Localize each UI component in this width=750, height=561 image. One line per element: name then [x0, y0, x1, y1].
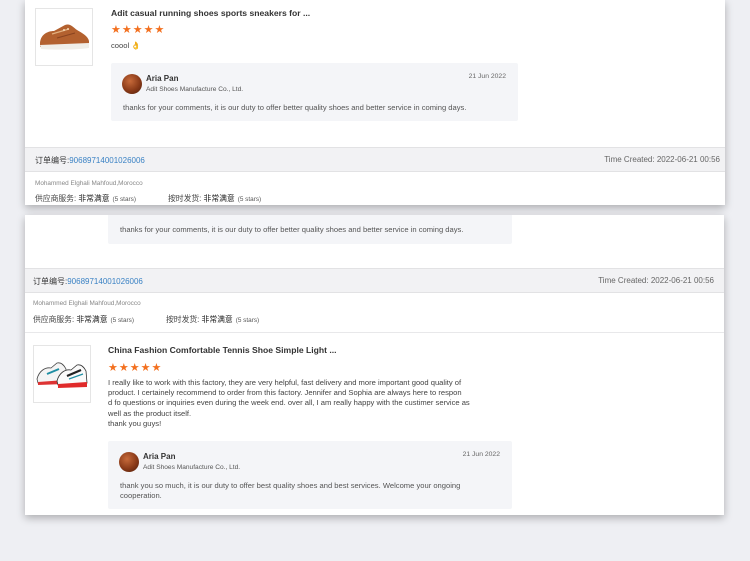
star-icon: ★	[108, 362, 118, 374]
star-icon: ★	[140, 362, 151, 374]
product-title[interactable]: China Fashion Comfortable Tennis Shoe Si…	[108, 345, 337, 355]
supplier-service-rating: 供应商服务: 非常满意 (5 stars)	[35, 194, 136, 203]
order-number-label: 订单编号:90689714001026006	[33, 277, 143, 286]
buyer-info: Mohammed Elghali Mahfoud,Morocco	[35, 180, 143, 187]
avatar	[122, 74, 142, 94]
order-bar: 订单编号:90689714001026006 Time Created: 202…	[25, 147, 725, 172]
reply-text: thank you so much, it is our duty to off…	[120, 481, 461, 501]
star-icon: ★	[151, 362, 162, 374]
star-icon: ★	[111, 24, 121, 36]
order-number-label: 订单编号:90689714001026006	[35, 156, 145, 165]
buyer-info: Mohammed Elghali Mahfoud,Morocco	[33, 300, 141, 307]
reply-company: Adit Shoes Manufacture Co., Ltd.	[146, 86, 244, 93]
star-icon: ★	[132, 24, 143, 36]
rating-stars: ★ ★ ★ ★ ★	[111, 25, 164, 36]
reply-text: thanks for your comments, it is our duty…	[123, 103, 467, 112]
tennis-shoes-image	[36, 362, 88, 388]
review-card-2: thanks for your comments, it is our duty…	[25, 215, 724, 515]
supplier-service-rating: 供应商服务: 非常满意 (5 stars)	[33, 315, 134, 324]
shipping-rating: 按时发货: 非常满意 (5 stars)	[166, 315, 260, 324]
review-card-1: Adit casual running shoes sports sneaker…	[25, 0, 725, 205]
avatar	[119, 452, 139, 472]
product-title[interactable]: Adit casual running shoes sports sneaker…	[111, 8, 310, 18]
review-text: I really like to work with this factory,…	[108, 378, 470, 428]
brown-sneaker-image	[40, 24, 89, 50]
star-icon: ★	[129, 362, 140, 374]
reply-date: 21 Jun 2022	[462, 451, 500, 458]
product-thumbnail[interactable]	[33, 345, 91, 403]
star-icon: ★	[118, 362, 129, 374]
reply-company: Adit Shoes Manufacture Co., Ltd.	[143, 464, 241, 471]
shipping-rating: 按时发货: 非常满意 (5 stars)	[168, 194, 262, 203]
order-time: Time Created: 2022-06-21 00:56	[598, 276, 714, 285]
reply-date: 21 Jun 2022	[468, 73, 506, 80]
review-text: coool 👌	[111, 41, 141, 50]
divider	[25, 332, 724, 333]
star-icon: ★	[121, 24, 132, 36]
order-time: Time Created: 2022-06-21 00:56	[604, 155, 720, 164]
star-icon: ★	[143, 24, 154, 36]
order-bar: 订单编号:90689714001026006 Time Created: 202…	[25, 268, 724, 293]
reply-text: thanks for your comments, it is our duty…	[120, 225, 464, 234]
reply-author: Aria Pan	[143, 452, 176, 461]
rating-stars: ★ ★ ★ ★ ★	[108, 363, 161, 374]
reply-author: Aria Pan	[146, 74, 179, 83]
product-thumbnail[interactable]	[35, 8, 93, 66]
order-number-link[interactable]: 90689714001026006	[69, 156, 145, 165]
order-number-link[interactable]: 90689714001026006	[67, 277, 143, 286]
seller-reply-partial: thanks for your comments, it is our duty…	[108, 215, 512, 244]
seller-reply: Aria Pan Adit Shoes Manufacture Co., Ltd…	[111, 63, 518, 121]
star-icon: ★	[154, 24, 165, 36]
seller-reply: Aria Pan Adit Shoes Manufacture Co., Ltd…	[108, 441, 512, 509]
